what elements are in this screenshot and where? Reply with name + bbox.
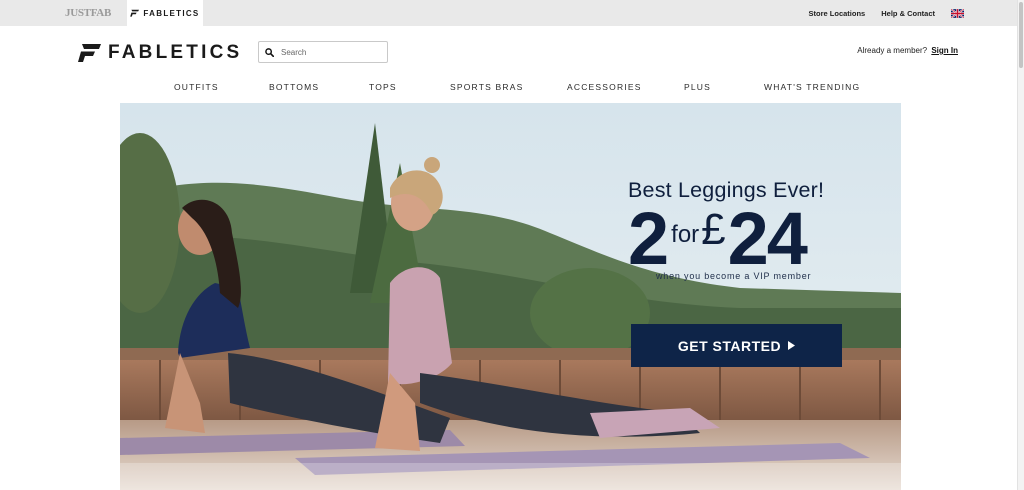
help-contact-link[interactable]: Help & Contact: [881, 9, 935, 18]
fabletics-mark-icon: [130, 9, 140, 17]
search-input[interactable]: [281, 47, 381, 57]
nav-item-outfits[interactable]: OUTFITS: [174, 82, 219, 92]
search-icon[interactable]: [265, 47, 274, 57]
nav-item-bottoms[interactable]: BOTTOMS: [269, 82, 319, 92]
site-header: FABLETICS Already a member? Sign In: [0, 26, 1017, 76]
price-amount: 24: [727, 197, 808, 280]
price-for: for: [671, 221, 700, 248]
utility-links: Store Locations Help & Contact: [809, 0, 964, 26]
hero-image: [120, 103, 901, 490]
member-prompt: Already a member?: [857, 46, 928, 55]
brand-tab-fabletics[interactable]: FABLETICS: [127, 0, 203, 26]
store-locations-link[interactable]: Store Locations: [809, 9, 866, 18]
play-arrow-icon: [788, 341, 796, 350]
hero-banner[interactable]: Best Leggings Ever! 2 for £ 24 when you …: [120, 103, 901, 490]
member-signin: Already a member? Sign In: [857, 46, 958, 55]
nav-item-tops[interactable]: TOPS: [369, 82, 397, 92]
search-box[interactable]: [258, 41, 388, 63]
scrollbar-thumb[interactable]: [1019, 2, 1023, 68]
justfab-label: JUSTFAB: [65, 7, 111, 19]
uk-flag-icon[interactable]: [951, 8, 964, 18]
sign-in-link[interactable]: Sign In: [931, 46, 958, 55]
brand-tab-justfab[interactable]: JUSTFAB: [55, 0, 121, 26]
hero-price: 2 for £ 24: [628, 197, 852, 280]
fabletics-logo[interactable]: FABLETICS: [78, 43, 242, 63]
top-utility-bar: JUSTFAB FABLETICS Store Locations Help &…: [0, 0, 1017, 26]
main-nav: OUTFITS BOTTOMS TOPS SPORTS BRAS ACCESSO…: [0, 76, 1017, 99]
nav-item-accessories[interactable]: ACCESSORIES: [567, 82, 642, 92]
fabletics-tab-label: FABLETICS: [143, 8, 200, 18]
promo-text: Best Leggings Ever! 2 for £ 24 when you …: [628, 178, 852, 281]
price-currency: £: [701, 205, 726, 254]
nav-item-sports-bras[interactable]: SPORTS BRAS: [450, 82, 524, 92]
page-scrollbar[interactable]: [1017, 0, 1024, 490]
logo-wordmark: FABLETICS: [108, 42, 243, 63]
hero-subtitle: when you become a VIP member: [656, 271, 812, 281]
get-started-label: GET STARTED: [677, 337, 782, 354]
price-quantity: 2: [628, 197, 669, 280]
fabletics-logo-icon: [78, 44, 101, 62]
nav-item-whats-trending[interactable]: WHAT'S TRENDING: [764, 82, 860, 92]
nav-item-plus[interactable]: PLUS: [684, 82, 711, 92]
get-started-button[interactable]: GET STARTED: [631, 324, 842, 367]
